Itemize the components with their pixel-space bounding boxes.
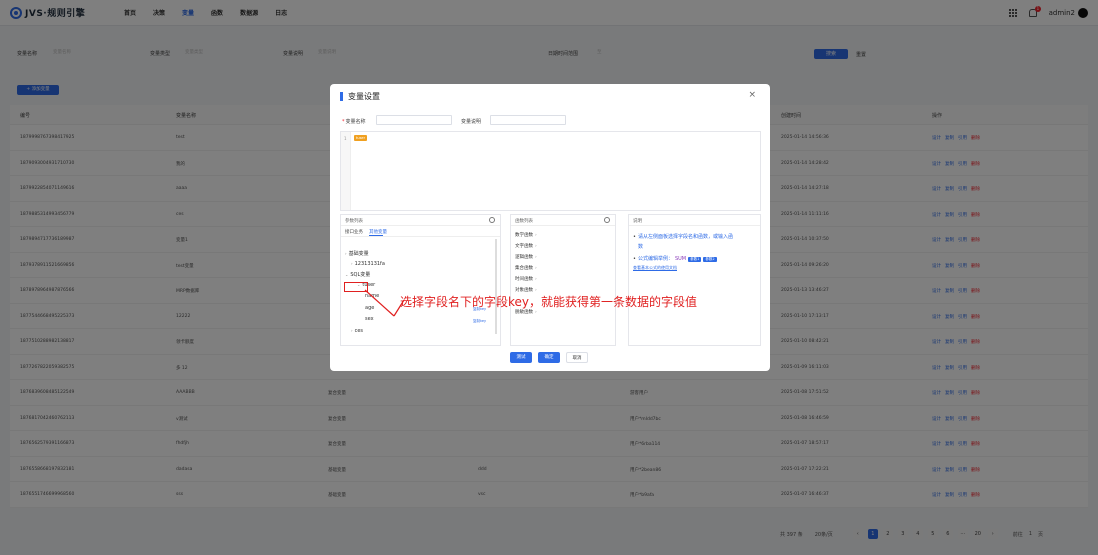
tree-field-age[interactable]: age <box>365 305 374 311</box>
param-scrollbar[interactable] <box>495 239 497 334</box>
test-button[interactable]: 测试 <box>510 352 532 363</box>
editor-field-tag[interactable]: tuser <box>354 135 368 141</box>
param-tabs: 接口业务 其他变量 <box>341 226 500 237</box>
notes-header: 说明 <box>629 215 760 226</box>
note-line-1b: 数 <box>638 244 644 250</box>
function-search-input[interactable]: 函数列表 <box>515 218 533 224</box>
tree-basic-vars[interactable]: › 基础变量 <box>345 250 369 257</box>
fn-collection[interactable]: 集合函数 › <box>515 265 537 271</box>
fn-math[interactable]: 数学函数 › <box>515 232 537 238</box>
function-list-header: 函数列表 <box>511 215 615 226</box>
editor-gutter: 1 <box>341 132 351 210</box>
confirm-button[interactable]: 确定 <box>538 352 560 363</box>
search-icon[interactable] <box>604 217 610 223</box>
tree-sql-vars[interactable]: ⌄ SQL变量 <box>345 271 370 278</box>
search-icon[interactable] <box>489 217 495 223</box>
docs-link[interactable]: 查看基本公式的使用文档 <box>633 265 677 271</box>
notes-panel: 说明 • 请从左侧面板选择字段名和函数，或输入函 数 • 公式编辑举例： SUM 参数1… <box>628 214 761 346</box>
var-desc-input[interactable] <box>490 115 566 125</box>
variable-settings-dialog: 变量设置 × *变量名称 变量说明 1 tuser 参数列表 接口业务 其他变量… <box>330 84 770 371</box>
title-accent <box>340 92 343 101</box>
close-icon[interactable]: × <box>748 90 756 100</box>
var-name-input[interactable] <box>376 115 452 125</box>
copy-key-sex[interactable]: 复制key <box>473 319 486 324</box>
param-list-header: 参数列表 <box>341 215 500 226</box>
fn-logic[interactable]: 逻辑函数 › <box>515 254 537 260</box>
tree-ces[interactable]: › ces <box>351 328 363 334</box>
tree-field-sex[interactable]: sex <box>365 316 374 322</box>
cancel-button[interactable]: 取消 <box>566 352 588 363</box>
tree-field-name[interactable]: name <box>365 293 379 299</box>
param-search-input[interactable]: 参数列表 <box>345 218 363 224</box>
note-line-1: • 请从左侧面板选择字段名和函数，或输入函 <box>633 234 733 240</box>
annotation-highlight-box <box>344 282 368 292</box>
note-line-2: • 公式编辑举例： SUM 参数1 参数2 <box>633 256 717 262</box>
fn-text[interactable]: 文字函数 › <box>515 243 537 249</box>
dialog-title: 变量设置 <box>348 92 380 101</box>
tree-number-node[interactable]: › 12313131fa <box>351 261 385 267</box>
annotation-text: 选择字段名下的字段key，就能获得第一条数据的字段值 <box>400 295 698 309</box>
param-list-panel: 参数列表 接口业务 其他变量 › 基础变量 › 12313131fa ⌄ SQL变量 … <box>340 214 501 346</box>
var-name-label: *变量名称 <box>342 119 366 125</box>
tab-interface[interactable]: 接口业务 <box>345 229 363 235</box>
fn-time[interactable]: 时间函数 › <box>515 276 537 282</box>
var-desc-label: 变量说明 <box>461 119 482 125</box>
function-list-panel: 函数列表 数学函数 › 文字函数 › 逻辑函数 › 集合函数 › 时间函数 › 对象函数 ›… <box>510 214 616 346</box>
tab-indicator <box>369 235 383 236</box>
formula-editor[interactable]: 1 tuser <box>340 131 761 211</box>
